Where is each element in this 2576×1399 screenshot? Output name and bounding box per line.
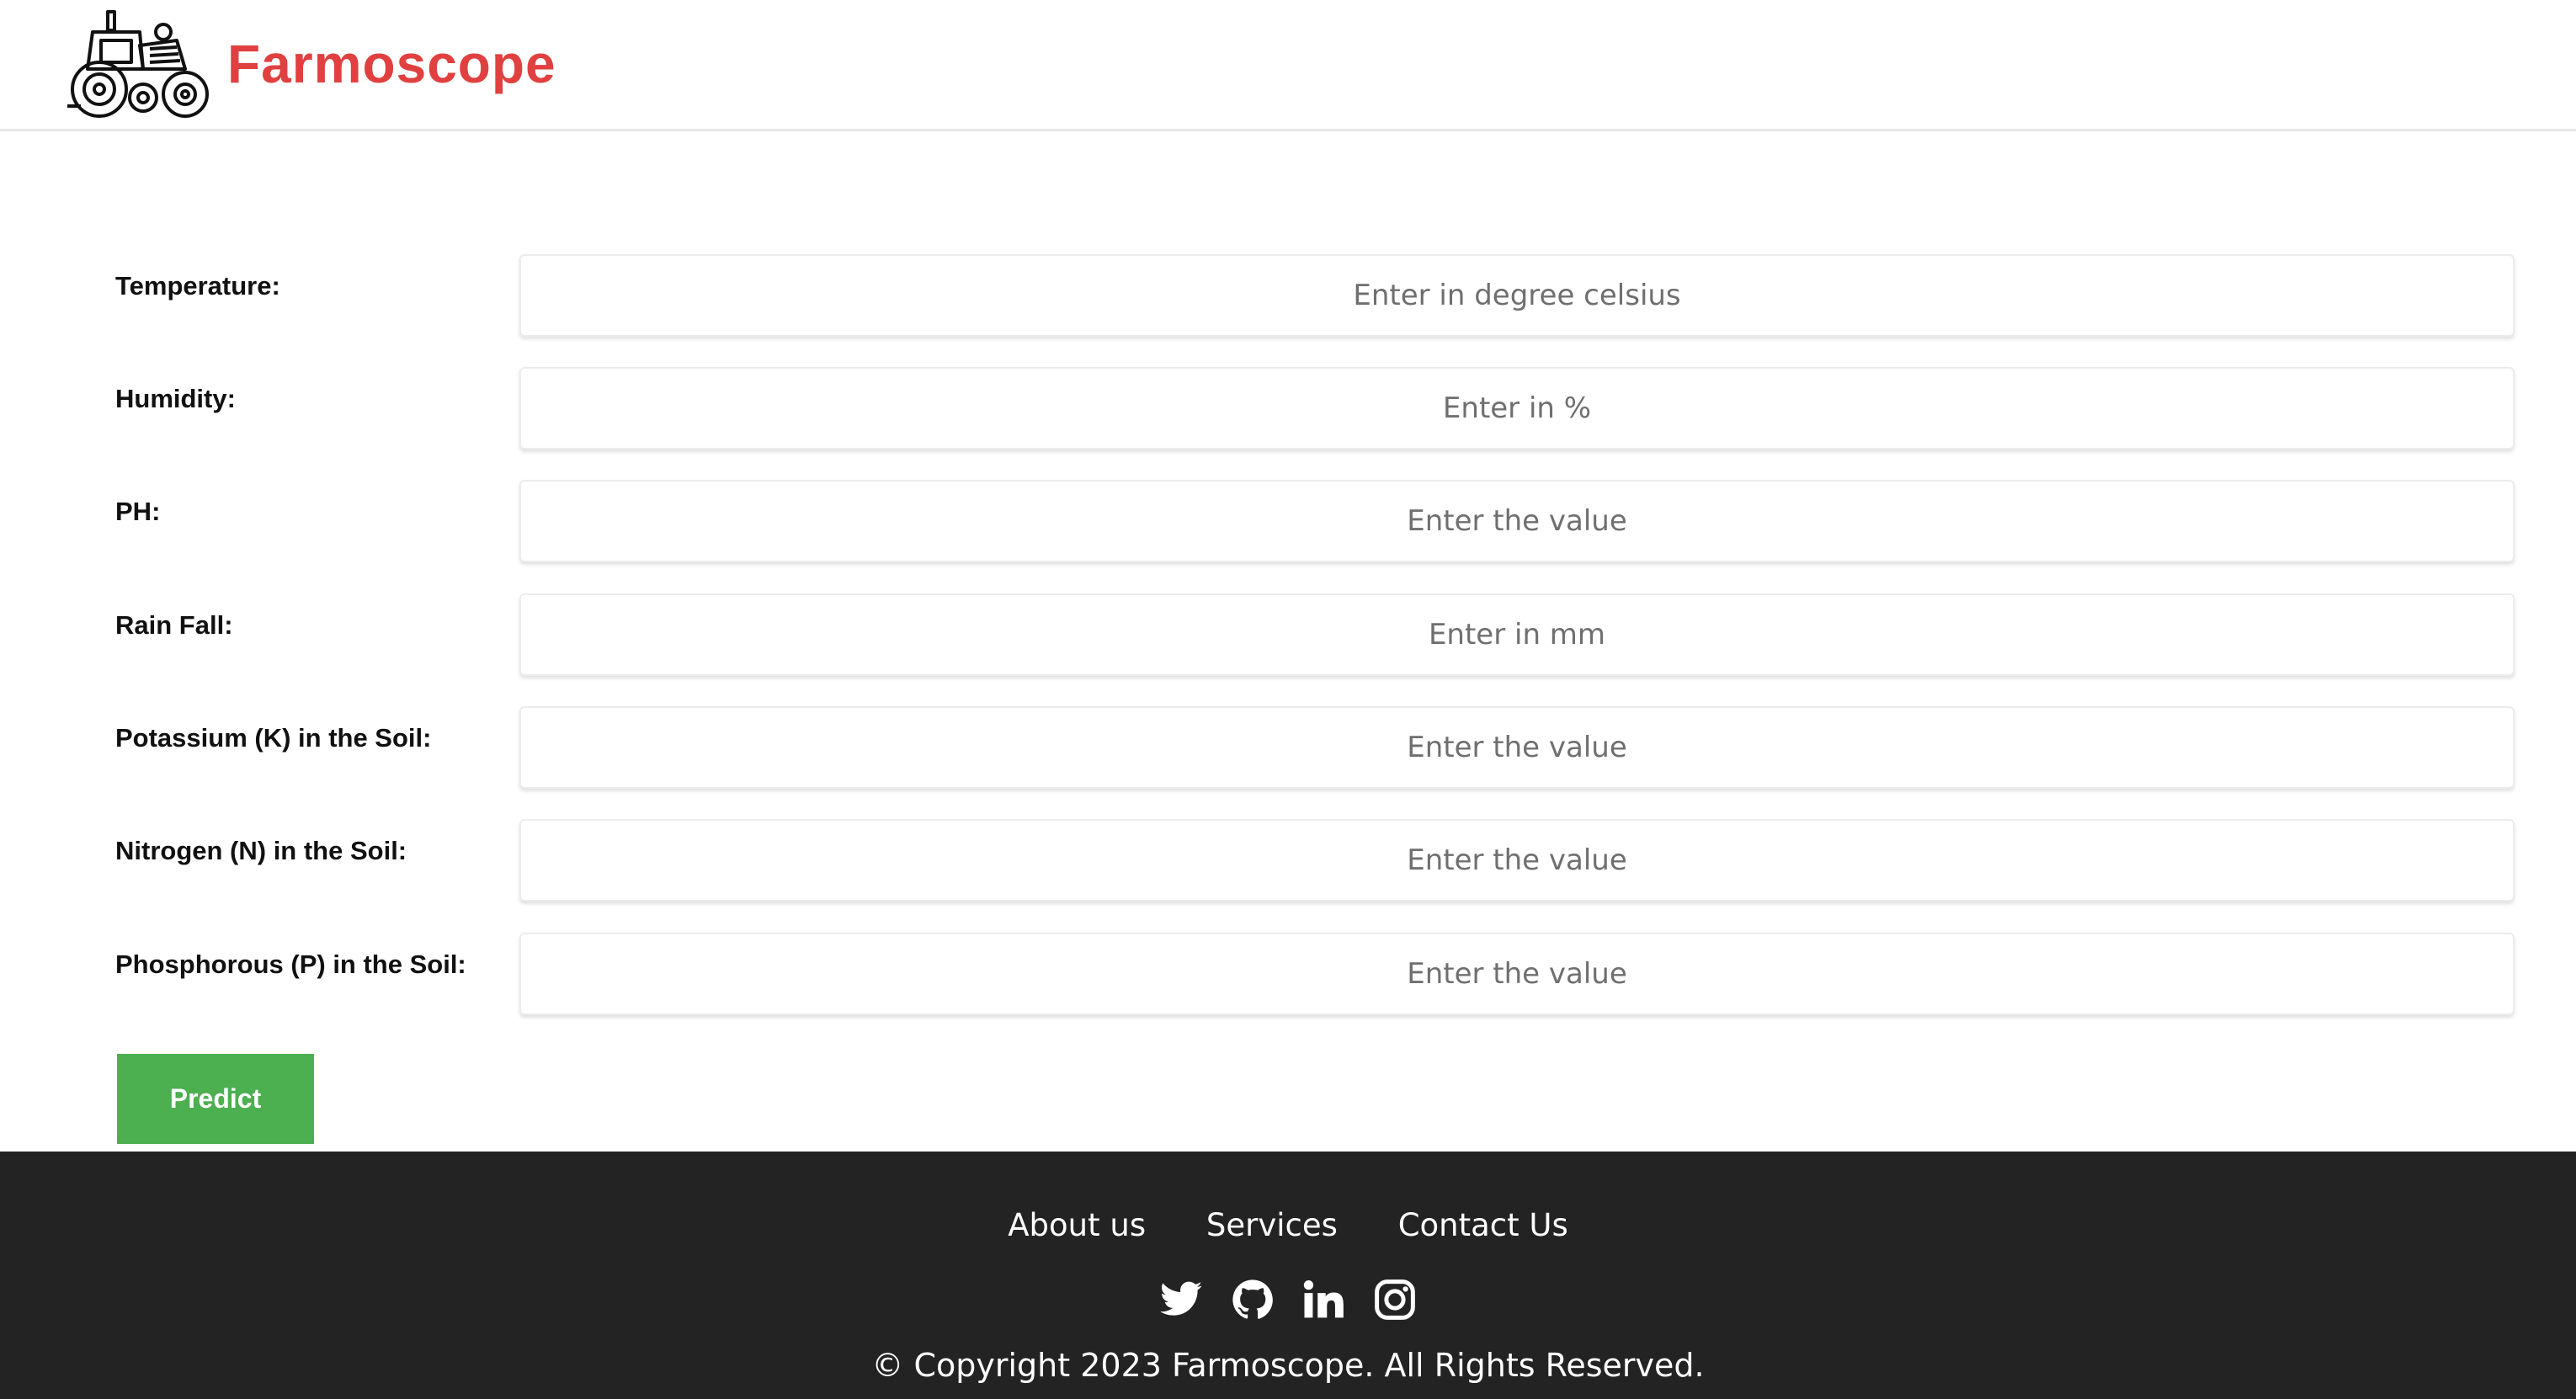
rainfall-input[interactable]	[519, 593, 2515, 676]
temperature-input[interactable]	[519, 254, 2515, 337]
form-row-temperature: Temperature:	[0, 254, 2576, 337]
humidity-label: Humidity:	[115, 384, 236, 413]
social-icons	[0, 1277, 2576, 1322]
twitter-icon[interactable]	[1158, 1277, 1204, 1322]
footer-link-contact[interactable]: Contact Us	[1398, 1207, 1568, 1243]
footer-link-services[interactable]: Services	[1206, 1207, 1338, 1243]
nitrogen-input[interactable]	[519, 819, 2515, 902]
footer-links: About us Services Contact Us	[0, 1207, 2576, 1243]
phosphorous-input[interactable]	[519, 933, 2515, 1015]
linkedin-icon[interactable]	[1301, 1277, 1346, 1322]
humidity-input[interactable]	[519, 367, 2515, 449]
github-icon[interactable]	[1230, 1277, 1275, 1322]
ph-input[interactable]	[519, 480, 2515, 562]
potassium-label: Potassium (K) in the Soil:	[115, 723, 432, 753]
temperature-label: Temperature:	[115, 271, 280, 301]
nitrogen-label: Nitrogen (N) in the Soil:	[115, 836, 407, 865]
form-row-ph: PH:	[0, 480, 2576, 562]
site-header: Farmoscope	[0, 0, 2576, 131]
predict-button[interactable]: Predict	[117, 1054, 314, 1144]
site-footer: About us Services Contact Us © Copyright…	[0, 1152, 2576, 1399]
form-row-phosphorous: Phosphorous (P) in the Soil:	[0, 933, 2576, 1015]
tractor-icon[interactable]	[59, 7, 210, 120]
form-row-nitrogen: Nitrogen (N) in the Soil:	[0, 819, 2576, 902]
brand-name[interactable]: Farmoscope	[227, 29, 556, 99]
ph-label: PH:	[115, 497, 161, 526]
rainfall-label: Rain Fall:	[115, 610, 233, 640]
instagram-icon[interactable]	[1372, 1277, 1418, 1322]
form-row-potassium: Potassium (K) in the Soil:	[0, 706, 2576, 789]
phosphorous-label: Phosphorous (P) in the Soil:	[115, 950, 466, 979]
copyright-text: © Copyright 2023 Farmoscope. All Rights …	[871, 1347, 1705, 1384]
form-row-humidity: Humidity:	[0, 367, 2576, 449]
potassium-input[interactable]	[519, 706, 2515, 789]
form-row-rainfall: Rain Fall:	[0, 593, 2576, 676]
footer-link-about[interactable]: About us	[1008, 1207, 1146, 1243]
